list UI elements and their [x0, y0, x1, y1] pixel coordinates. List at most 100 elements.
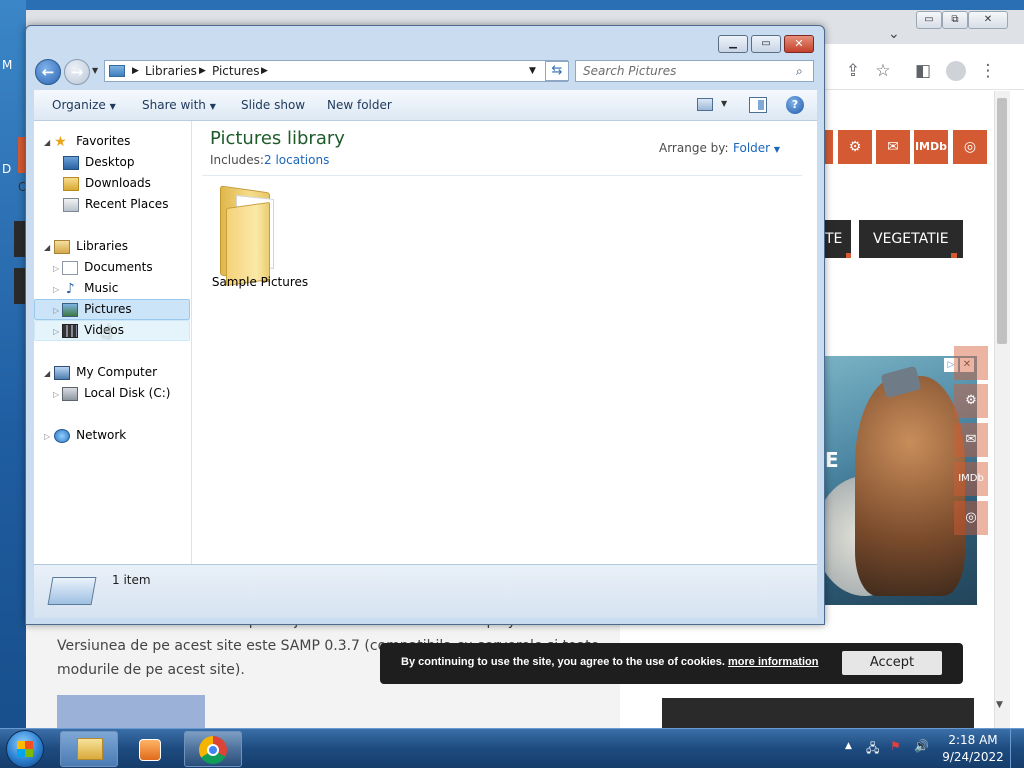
taskbar-media-player[interactable]: [122, 731, 180, 767]
arrange-by-label: Arrange by:: [659, 141, 729, 155]
category-button-vegetatie[interactable]: VEGETATIE: [859, 220, 963, 258]
breadcrumb-arrow-icon[interactable]: ▶: [261, 61, 268, 81]
mail-icon[interactable]: ✉: [876, 130, 910, 164]
collapse-arrow-icon[interactable]: ◢: [44, 243, 50, 252]
nav-desktop[interactable]: Desktop: [63, 152, 135, 173]
nav-desktop-label: Desktop: [85, 155, 135, 169]
expand-arrow-icon[interactable]: ▷: [44, 432, 50, 441]
search-box[interactable]: Search Pictures ⌕: [575, 60, 814, 82]
cookie-more-info-link[interactable]: more information: [728, 656, 818, 668]
maximize-button[interactable]: ▭: [751, 35, 781, 53]
clock-time[interactable]: 2:18 AM: [944, 733, 1002, 747]
pictures-icon: [62, 302, 79, 317]
browser-restore-button[interactable]: ⧉: [942, 11, 968, 29]
profile-icon[interactable]: [946, 61, 966, 81]
organize-chevron-icon: ▼: [109, 102, 116, 111]
taskbar-explorer[interactable]: [60, 731, 118, 767]
recent-pages-chevron-icon[interactable]: ▼: [92, 66, 98, 75]
imdb-icon[interactable]: IMDb: [954, 462, 988, 496]
expand-arrow-icon[interactable]: ▷: [53, 285, 59, 294]
show-hidden-icons-chevron-icon[interactable]: ▲: [845, 741, 852, 751]
instagram-icon[interactable]: ◎: [954, 501, 988, 535]
nav-downloads[interactable]: Downloads: [63, 173, 151, 194]
expand-arrow-icon[interactable]: ▷: [53, 390, 59, 399]
address-history-chevron-icon[interactable]: ▼: [529, 61, 536, 81]
menu-icon[interactable]: ⋮: [977, 60, 999, 82]
collapse-arrow-icon[interactable]: ◢: [44, 369, 50, 378]
breadcrumb-libraries[interactable]: Libraries: [145, 61, 197, 81]
nav-documents[interactable]: ▷ Documents: [53, 257, 153, 278]
forward-button[interactable]: →: [64, 59, 90, 85]
downloads-icon: [63, 176, 79, 191]
refresh-icon[interactable]: ⇆: [545, 61, 569, 81]
breadcrumb-pictures[interactable]: Pictures: [212, 61, 260, 81]
nav-network[interactable]: ▷ Network: [44, 425, 126, 446]
sidebar-icon[interactable]: ◧: [912, 60, 934, 82]
organize-button[interactable]: Organize ▼: [52, 98, 116, 112]
tab-search-chevron-icon[interactable]: ⌄: [888, 26, 900, 42]
steam-icon[interactable]: ⚙: [954, 384, 988, 418]
nav-recent-places[interactable]: Recent Places: [63, 194, 168, 215]
browser-close-button[interactable]: ✕: [968, 11, 1008, 29]
arrange-by-value: Folder: [733, 141, 771, 155]
nav-my-computer[interactable]: ◢ My Computer: [44, 362, 157, 383]
videos-icon: [62, 323, 79, 338]
clock-date[interactable]: 9/24/2022: [940, 750, 1006, 764]
new-folder-button[interactable]: New folder: [327, 98, 392, 112]
expand-arrow-icon[interactable]: ▷: [53, 327, 59, 336]
collapse-arrow-icon[interactable]: ◢: [44, 138, 50, 147]
nav-local-disk[interactable]: ▷ Local Disk (C:): [53, 383, 170, 404]
help-icon[interactable]: ?: [786, 96, 804, 114]
start-button[interactable]: [6, 730, 44, 768]
search-placeholder: Search Pictures: [583, 64, 677, 78]
media-player-icon: [139, 739, 161, 761]
back-button[interactable]: ←: [35, 59, 61, 85]
share-icon[interactable]: ⇪: [842, 60, 864, 82]
breadcrumb-arrow-icon[interactable]: ▶: [199, 61, 206, 81]
download-button[interactable]: [57, 695, 205, 728]
organize-label: Organize: [52, 98, 106, 112]
expand-arrow-icon[interactable]: ▷: [53, 306, 59, 315]
nav-favorites[interactable]: ◢ ★ Favorites: [44, 131, 130, 152]
sidebar-heading-bar: [662, 698, 974, 728]
instagram-icon[interactable]: ◎: [953, 130, 987, 164]
network-tray-icon[interactable]: 🖧: [866, 739, 879, 760]
address-bar[interactable]: ▶ Libraries ▶ Pictures ▶ ▼: [104, 60, 568, 82]
scrollbar-thumb[interactable]: [997, 98, 1007, 344]
action-center-flag-icon[interactable]: ⚑: [890, 739, 901, 753]
preview-pane-icon[interactable]: [749, 97, 767, 113]
recent-places-icon: [63, 197, 79, 212]
cookie-banner: By continuing to use the site, you agree…: [380, 643, 963, 684]
star-icon[interactable]: ☆: [872, 60, 894, 82]
view-options-chevron-icon[interactable]: ▼: [721, 99, 727, 108]
show-desktop-button[interactable]: [1010, 729, 1024, 768]
slide-show-button[interactable]: Slide show: [241, 98, 305, 112]
steam-icon[interactable]: ⚙: [838, 130, 872, 164]
folder-front: [226, 201, 270, 287]
nav-local-disk-label: Local Disk (C:): [84, 386, 171, 400]
scroll-down-icon[interactable]: ▼: [996, 700, 1003, 710]
folder-item[interactable]: Sample Pictures: [210, 183, 310, 295]
search-icon[interactable]: ⌕: [796, 61, 803, 81]
share-with-button[interactable]: Share with ▼: [142, 98, 216, 112]
volume-icon[interactable]: 🔊: [914, 739, 929, 753]
breadcrumb-arrow-icon[interactable]: ▶: [132, 61, 139, 81]
nav-pictures[interactable]: ▷ Pictures: [53, 299, 132, 320]
taskbar-chrome[interactable]: [184, 731, 242, 767]
arrange-by-dropdown[interactable]: Folder ▼: [733, 141, 780, 155]
library-locations-link[interactable]: 2 locations: [264, 153, 329, 167]
desktop-letter: M: [2, 58, 13, 72]
nav-libraries[interactable]: ◢ Libraries: [44, 236, 128, 257]
item-count: 1 item: [112, 573, 151, 587]
minimize-button[interactable]: ▁: [718, 35, 748, 53]
mail-icon[interactable]: ✉: [954, 423, 988, 457]
close-button[interactable]: ✕: [784, 35, 814, 53]
cookie-accept-button[interactable]: Accept: [842, 651, 942, 675]
nav-music[interactable]: ▷ ♪ Music: [53, 278, 118, 299]
floating-social: [954, 346, 988, 380]
nav-videos[interactable]: ▷ Videos: [53, 320, 124, 341]
change-view-icon[interactable]: [697, 98, 713, 111]
imdb-icon[interactable]: IMDb: [914, 130, 948, 164]
expand-arrow-icon[interactable]: ▷: [53, 264, 59, 273]
browser-minimize-button[interactable]: ▭: [916, 11, 942, 29]
